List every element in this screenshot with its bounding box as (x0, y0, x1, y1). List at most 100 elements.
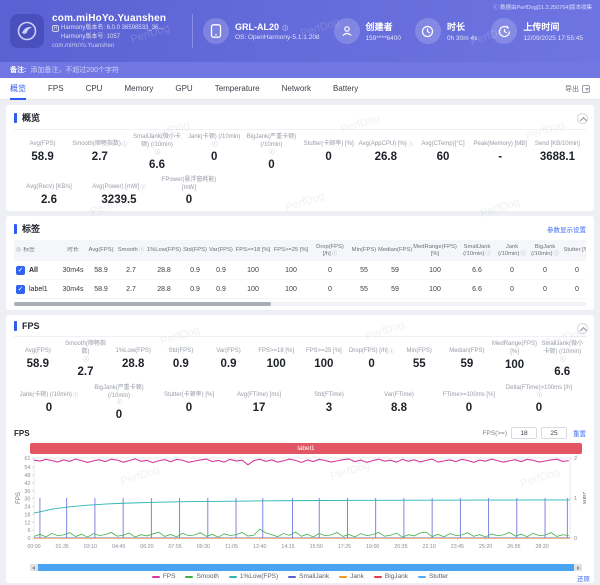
table-cell: 0.9 (208, 267, 234, 274)
tab-Memory[interactable]: Memory (124, 78, 153, 100)
legend-item-1%Low(FPS)[interactable]: 1%Low(FPS) (229, 573, 278, 580)
table-cell: 0 (562, 286, 586, 293)
legend-item-Jank[interactable]: Jank (339, 573, 364, 580)
metric-label: Var(FPS) (206, 341, 252, 356)
fps-card: FPS Avg(FPS)58.9Smooth(顺畅指数)ⓘ2.71%Low(FP… (6, 315, 594, 583)
table-cell: 6.6 (458, 267, 496, 274)
fps-threshold-input-2[interactable] (541, 427, 567, 439)
svg-text:04:45: 04:45 (112, 544, 125, 550)
table-cell: 100 (412, 267, 458, 274)
fps-threshold-input-1[interactable] (511, 427, 537, 439)
metric-label: Std(FTime) (295, 385, 363, 400)
upload-block: 上传时间 12/09/2025 17:55:45 (491, 18, 583, 44)
app-package: com.miHoYo.Yuanshen (52, 43, 182, 49)
parameter-display-settings-link[interactable]: 参数显示设置 (547, 224, 586, 234)
chart-horizontal-scrollbar[interactable] (30, 564, 582, 571)
scroll-right-arrow-icon[interactable] (574, 564, 582, 571)
table-cell: 100 (234, 267, 272, 274)
info-icon[interactable]: ⓘ (560, 357, 566, 364)
metric-label: BigJank(严重卡顿) (/10min)ⓘ (85, 385, 153, 408)
row-checkbox[interactable]: ✓ (16, 285, 25, 294)
tab-CPU[interactable]: CPU (86, 78, 103, 100)
label-cell: ✓label1 (14, 285, 60, 294)
info-icon[interactable]: ⓘ (553, 251, 559, 257)
info-icon[interactable]: ⓘ (212, 142, 218, 149)
info-icon[interactable]: ⓘ (408, 142, 414, 149)
metric-value: 58.9 (15, 151, 70, 163)
section-accent-bar (14, 321, 17, 331)
info-icon[interactable]: ⓘ (83, 357, 89, 364)
metric-value: 0 (244, 159, 299, 171)
legend-item-BigJank[interactable]: BigJank (374, 573, 408, 580)
metric-value: 6.6 (129, 159, 184, 171)
table-row: ✓label130m4s58.92.728.80.90.910010005559… (14, 280, 586, 299)
metric-label: FPS>=25 [%] (301, 341, 347, 356)
table-horizontal-scrollbar[interactable] (14, 302, 586, 306)
info-icon[interactable]: ⓘ (140, 185, 146, 192)
column-header: Std(FPS) (182, 247, 208, 254)
info-icon[interactable]: ⓘ (332, 251, 338, 257)
info-icon[interactable]: ⓘ (139, 247, 145, 253)
svg-text:06:20: 06:20 (140, 544, 153, 550)
legend-item-SmallJank[interactable]: SmallJank (288, 573, 329, 580)
tab-Network[interactable]: Network (282, 78, 311, 100)
visibility-icon[interactable]: ◎ (16, 247, 21, 254)
metric: BigJank(严重卡顿) (/10min)ⓘ0 (84, 385, 154, 422)
tab-概览[interactable]: 概览 (10, 78, 26, 100)
info-icon[interactable]: ⓘ (73, 393, 79, 400)
metric: MedRange(FPS)[%]100 (491, 341, 539, 378)
svg-text:0: 0 (27, 536, 30, 542)
chart-scrollbar-thumb[interactable] (38, 564, 574, 571)
legend-item-Stutter[interactable]: Stutter (418, 573, 448, 580)
threshold-reset-link[interactable]: 重置 (573, 428, 586, 438)
metric-value: 0 (155, 194, 223, 206)
info-icon[interactable]: ⓘ (389, 349, 395, 356)
export-button[interactable]: 导出 (565, 84, 590, 94)
legend-swatch (185, 576, 193, 578)
info-icon[interactable]: ⓘ (485, 251, 491, 257)
metric-label: Stutter(卡顿率) [%] (301, 134, 356, 149)
metric-value: 100 (492, 359, 538, 371)
overview-title: 概览 (22, 111, 40, 124)
metric: FPower(悬浮窗耗能) [mW]0 (154, 177, 224, 207)
phone-icon (203, 18, 229, 44)
upload-label: 上传时间 (523, 20, 583, 33)
device-info-icon[interactable]: ⓘ (283, 26, 289, 32)
legend-item-FPS[interactable]: FPS (152, 573, 176, 580)
column-header-label: Avg(FPS) (88, 247, 113, 253)
metric-label: Stutter(卡顿率) [%] (155, 385, 223, 400)
tab-FPS[interactable]: FPS (48, 78, 64, 100)
tab-Battery[interactable]: Battery (333, 78, 358, 100)
info-icon[interactable]: ⓘ (520, 251, 526, 257)
info-icon[interactable]: ⓘ (269, 150, 275, 157)
column-header: SmallJank (/10min)ⓘ (458, 244, 496, 258)
metric-value: 3688.1 (530, 151, 585, 163)
metric: Delta(FTime)>100ms [/h]ⓘ0 (504, 385, 574, 422)
info-icon[interactable]: ⓘ (122, 142, 128, 149)
metric-value: 100 (253, 358, 299, 370)
svg-text:20:35: 20:35 (394, 544, 407, 550)
metric-value: 0 (15, 402, 83, 414)
fps-line-chart[interactable]: 0612182430364248546101200:0001:3503:1004… (14, 454, 586, 558)
app-icon (10, 14, 44, 48)
legend-item-Smooth[interactable]: Smooth (185, 573, 218, 580)
chart-label-banner: label1 (30, 443, 582, 454)
export-label: 导出 (565, 84, 579, 94)
wolf-logo-icon (16, 20, 38, 42)
tab-Temperature[interactable]: Temperature (215, 78, 260, 100)
info-icon[interactable]: ⓘ (537, 393, 543, 400)
collapse-section-icon[interactable] (577, 323, 588, 334)
scrollbar-thumb[interactable] (14, 302, 271, 306)
restore-link[interactable]: 还原 (577, 573, 590, 583)
scroll-left-arrow-icon[interactable] (30, 564, 38, 571)
tab-GPU[interactable]: GPU (175, 78, 192, 100)
legend-label: Stutter (429, 573, 448, 580)
metric: Avg(AppCPU) [%]ⓘ26.8 (357, 134, 414, 171)
note-bar[interactable]: 备注: 添加备注，不超过200个字符 (0, 62, 600, 78)
column-header: Avg(FPS) (86, 247, 116, 254)
row-checkbox[interactable]: ✓ (16, 266, 25, 275)
info-icon[interactable]: ⓘ (117, 400, 123, 407)
info-icon[interactable]: ⓘ (155, 150, 161, 157)
table-cell: 100 (234, 286, 272, 293)
collapse-section-icon[interactable] (577, 113, 588, 124)
